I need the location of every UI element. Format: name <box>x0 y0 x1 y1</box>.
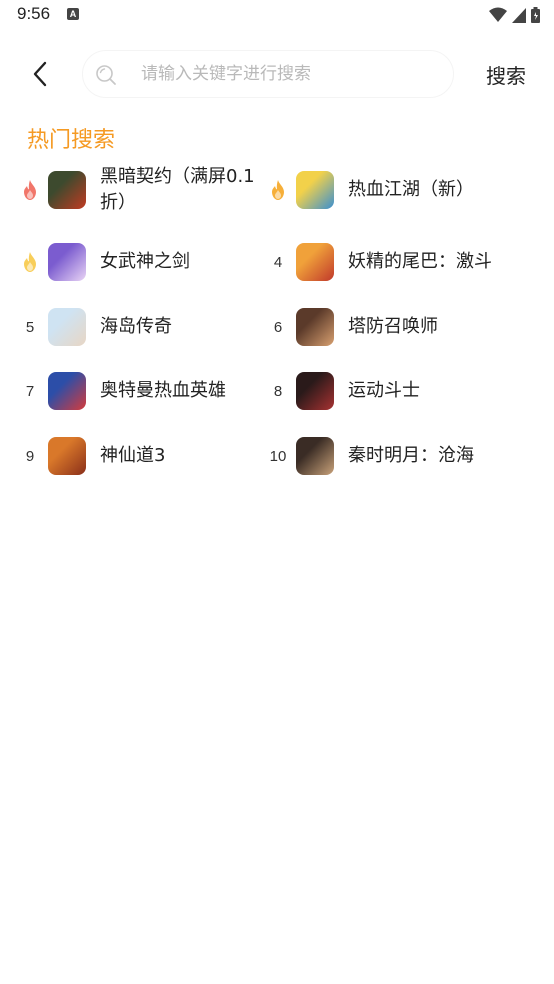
hot-search-item[interactable]: 女武神之剑 <box>18 232 262 292</box>
game-thumbnail <box>48 437 86 475</box>
rank-number: 8 <box>273 382 283 400</box>
game-title: 塔防召唤师 <box>348 316 438 337</box>
game-thumbnail <box>48 308 86 346</box>
game-thumbnail <box>48 243 86 281</box>
game-title: 黑暗契约（满屏0.1折） <box>100 166 255 213</box>
hot-search-item[interactable]: 6 塔防召唤师 <box>266 297 510 357</box>
hot-search-item[interactable]: 8 运动斗士 <box>266 361 510 421</box>
game-title: 热血江湖（新） <box>348 179 474 200</box>
wifi-icon <box>489 7 507 22</box>
rank-number: 7 <box>25 382 35 400</box>
game-thumbnail <box>48 171 86 209</box>
search-input[interactable] <box>141 51 441 97</box>
game-thumbnail <box>296 308 334 346</box>
game-title: 秦时明月：沧海 <box>348 445 474 466</box>
rank-number: 4 <box>273 253 283 271</box>
rank-number: 5 <box>25 318 35 336</box>
game-title: 运动斗士 <box>348 380 420 401</box>
flame-orange-icon <box>266 180 290 200</box>
game-thumbnail <box>296 171 334 209</box>
game-title: 神仙道3 <box>100 445 166 466</box>
game-thumbnail <box>296 437 334 475</box>
status-bar: 9:56 A <box>0 0 554 30</box>
hot-search-item[interactable]: 4 妖精的尾巴：激斗 <box>266 232 510 292</box>
game-thumbnail <box>296 372 334 410</box>
rank-number: 9 <box>25 447 35 465</box>
game-thumbnail <box>296 243 334 281</box>
hot-search-item[interactable]: 黑暗契约（满屏0.1折） <box>18 160 262 220</box>
hot-search-item[interactable]: 9 神仙道3 <box>18 426 262 486</box>
hot-search-item[interactable]: 7 奥特曼热血英雄 <box>18 361 262 421</box>
flame-yellow-icon <box>18 252 42 272</box>
game-title: 海岛传奇 <box>100 316 172 337</box>
notification-icon: A <box>67 8 79 20</box>
hot-search-title: 热门搜索 <box>27 128 116 153</box>
flame-red-icon <box>18 180 42 200</box>
status-time: 9:56 <box>17 4 51 23</box>
game-title: 妖精的尾巴：激斗 <box>348 251 492 272</box>
hot-search-item[interactable]: 5 海岛传奇 <box>18 297 262 357</box>
battery-icon <box>531 7 540 23</box>
game-title: 女武神之剑 <box>100 251 190 272</box>
game-title: 奥特曼热血英雄 <box>100 380 226 401</box>
signal-icon <box>512 7 526 23</box>
game-thumbnail <box>48 372 86 410</box>
back-button[interactable] <box>24 56 56 92</box>
search-header: 搜索 <box>0 48 554 100</box>
search-icon <box>96 65 116 85</box>
rank-number: 10 <box>269 447 287 465</box>
hot-search-item[interactable]: 10 秦时明月：沧海 <box>266 426 510 486</box>
status-icons <box>489 6 540 24</box>
chevron-left-icon <box>33 61 47 87</box>
rank-number: 6 <box>273 318 283 336</box>
hot-search-item[interactable]: 热血江湖（新） <box>266 160 510 220</box>
search-box[interactable] <box>82 50 454 98</box>
search-button[interactable]: 搜索 <box>486 60 526 89</box>
